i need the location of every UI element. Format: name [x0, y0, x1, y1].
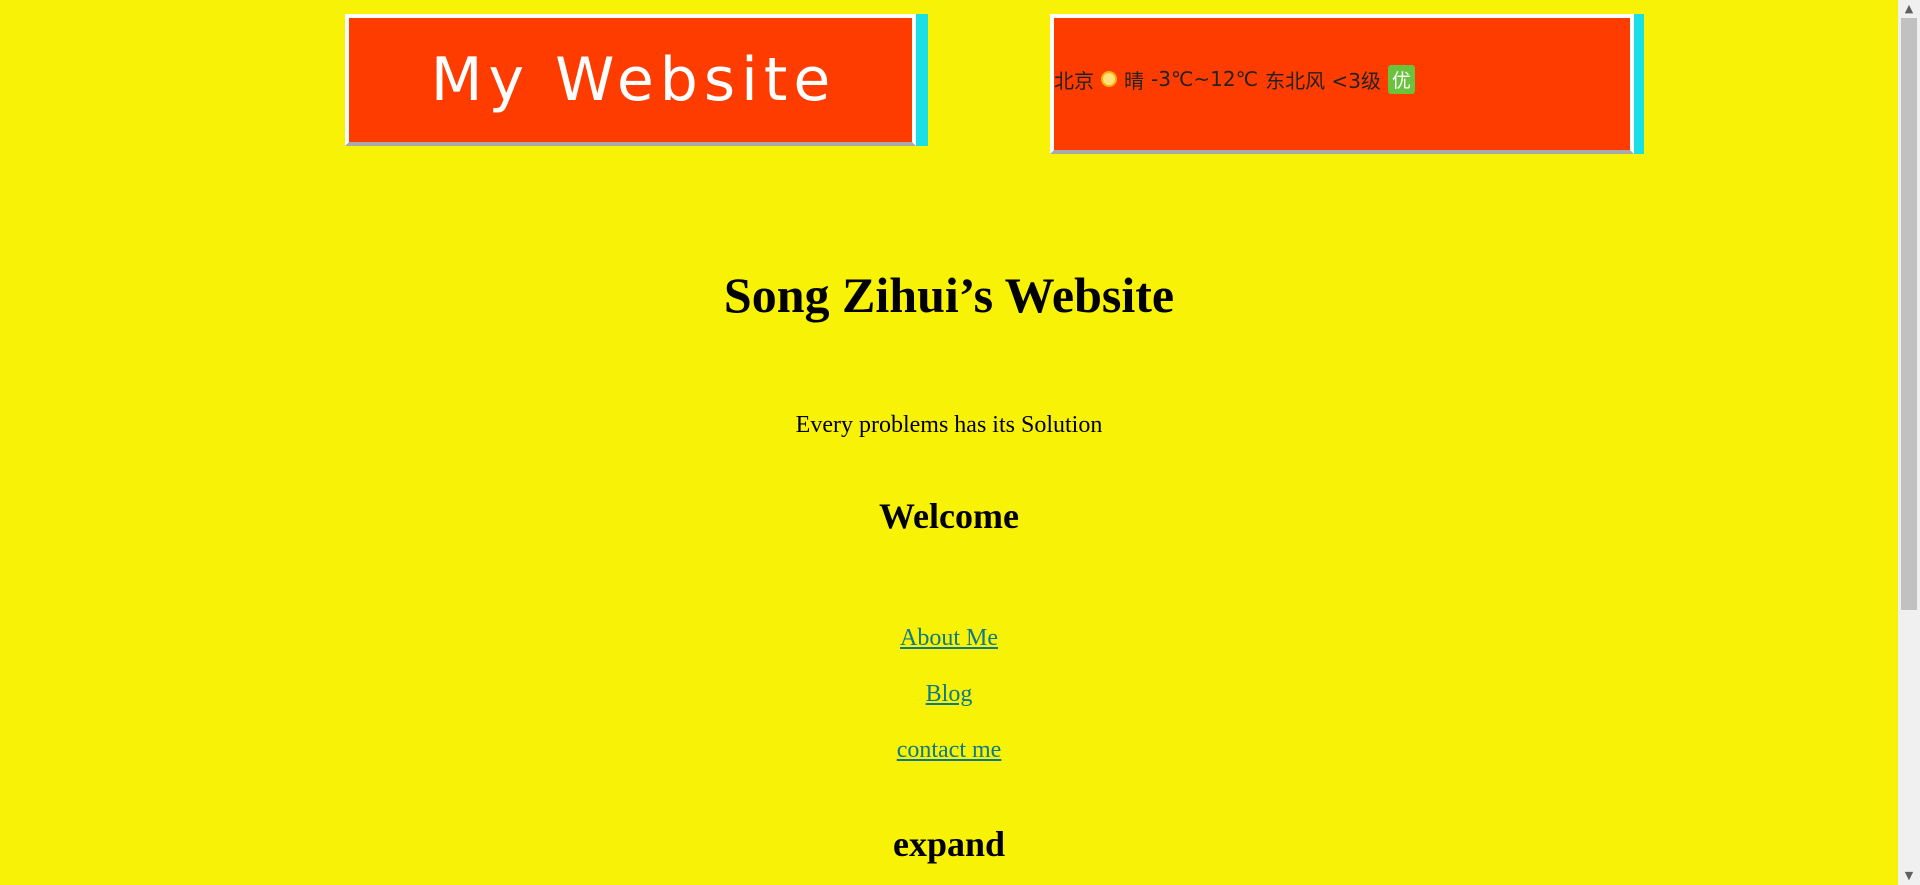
weather-city: 北京: [1054, 68, 1094, 93]
air-quality-badge: 优: [1387, 64, 1415, 94]
page-title: Song Zihui’s Website: [723, 267, 1175, 323]
nav-item-contact: contact me: [0, 737, 1898, 764]
expand-heading: expand: [892, 824, 1006, 864]
blog-link[interactable]: Blog: [926, 681, 973, 707]
welcome-heading: Welcome: [879, 496, 1019, 536]
nav-item-about: About Me: [0, 625, 1898, 652]
vertical-scrollbar[interactable]: ▲ ▼: [1898, 0, 1920, 885]
sun-icon: [1101, 71, 1117, 87]
logo-text: My Website: [430, 45, 837, 115]
about-me-link[interactable]: About Me: [900, 625, 998, 651]
weather-widget: 北京 晴 -3℃~12℃ 东北风 <3级 优: [1050, 14, 1634, 154]
logo-banner: My Website: [345, 14, 916, 146]
nav-item-blog: Blog: [0, 681, 1898, 708]
weather-line: 北京 晴 -3℃~12℃ 东北风 <3级 优: [1054, 64, 1415, 94]
weather-temperature: -3℃~12℃: [1151, 67, 1259, 91]
weather-condition: 晴: [1124, 68, 1144, 93]
scroll-thumb[interactable]: [1901, 18, 1917, 610]
scroll-up-arrow-icon[interactable]: ▲: [1898, 0, 1920, 18]
weather-wind: 东北风 <3级: [1265, 68, 1381, 93]
tagline: Every problems has its Solution: [795, 412, 1103, 438]
contact-me-link[interactable]: contact me: [897, 737, 1002, 763]
scroll-down-arrow-icon[interactable]: ▼: [1898, 867, 1920, 885]
